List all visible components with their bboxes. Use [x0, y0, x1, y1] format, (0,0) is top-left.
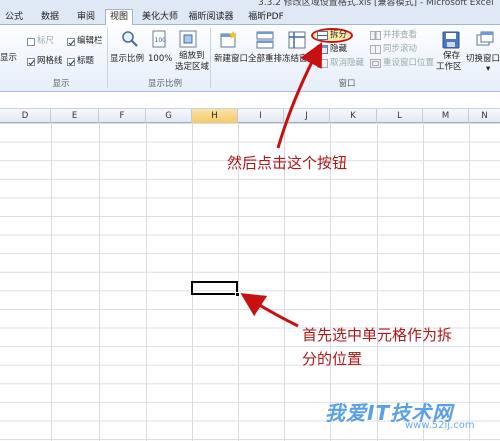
zoom-selection-line1[interactable]: 缩放到: [179, 51, 205, 62]
gridlines-label: 网格线: [37, 56, 63, 66]
show-button-label[interactable]: 显示: [0, 53, 17, 64]
freeze-panes-icon[interactable]: [288, 31, 306, 49]
headings-checkbox[interactable]: [67, 58, 75, 66]
switch-windows-chevron-down-icon[interactable]: ▾: [486, 64, 490, 75]
zoom-to-selection-icon[interactable]: [179, 30, 197, 48]
watermark-url: www.52ij.com: [405, 420, 475, 431]
split-icon[interactable]: [317, 31, 328, 40]
tab-beautify[interactable]: 美化大师: [140, 10, 180, 25]
ribbon-tabs: 公式 数据 审阅 视图 美化大师 福昕阅读器 福昕PDF: [0, 8, 500, 26]
sync-scrolling-button[interactable]: 同步滚动: [383, 44, 417, 55]
column-header-e[interactable]: E: [51, 109, 99, 123]
zoom-100-icon[interactable]: 100: [150, 30, 168, 48]
grid-column-line: [51, 123, 52, 441]
unhide-button[interactable]: 取消隐藏: [330, 58, 364, 69]
sync-scrolling-icon[interactable]: [370, 45, 381, 54]
selected-cell[interactable]: [191, 281, 238, 295]
grid-column-line: [423, 123, 424, 441]
grid-column-line: [99, 123, 100, 441]
switch-windows-button[interactable]: 切换窗口: [466, 54, 500, 65]
group-separator: [107, 28, 108, 88]
show-group-label: 显示: [52, 79, 70, 89]
reset-window-position-button[interactable]: 重设窗口位置: [383, 58, 434, 69]
column-header-d[interactable]: D: [0, 109, 51, 123]
window-group-label: 窗口: [338, 79, 356, 89]
column-header-k[interactable]: K: [330, 109, 377, 123]
zoom-100-button[interactable]: 100%: [148, 54, 172, 65]
column-header-j[interactable]: J: [284, 109, 330, 123]
svg-text:100: 100: [155, 37, 167, 44]
arrange-all-button[interactable]: 全部重排: [248, 54, 282, 65]
tab-foxit-pdf[interactable]: 福昕PDF: [246, 10, 286, 25]
formula-bar-area: [0, 92, 500, 109]
zoom-selection-line2[interactable]: 选定区域: [175, 62, 209, 73]
freeze-panes-button[interactable]: 冻结窗格: [282, 54, 316, 65]
reset-position-icon[interactable]: [370, 59, 381, 68]
tab-data[interactable]: 数据: [35, 10, 65, 25]
title-bar: 3.3.2 修改区域设置格式.xls [兼容模式] - Microsoft Ex…: [0, 0, 500, 8]
magnifier-icon[interactable]: [121, 30, 139, 48]
new-window-button[interactable]: 新建窗口: [214, 54, 248, 65]
hide-icon[interactable]: [317, 45, 328, 54]
save-workspace-icon[interactable]: [442, 31, 460, 49]
grid-column-line: [146, 123, 147, 441]
new-window-icon[interactable]: [220, 31, 238, 49]
fill-handle[interactable]: [235, 292, 240, 297]
split-button[interactable]: 拆分: [330, 30, 347, 41]
window-title: 3.3.2 修改区域设置格式.xls [兼容模式] - Microsoft Ex…: [258, 0, 494, 8]
save-workspace-line2[interactable]: 工作区: [436, 62, 462, 73]
grid-column-line: [469, 123, 470, 441]
switch-windows-icon[interactable]: [476, 31, 494, 49]
formula-bar-label: 编辑栏: [77, 36, 103, 46]
excel-window: 3.3.2 修改区域设置格式.xls [兼容模式] - Microsoft Ex…: [0, 0, 500, 441]
hide-button[interactable]: 隐藏: [330, 44, 347, 55]
tab-foxit-reader[interactable]: 福昕阅读器: [188, 10, 234, 25]
zoom-button[interactable]: 显示比例: [110, 54, 144, 65]
annotation-cell-hint: 首先选中单元格作为拆 分的位置: [302, 323, 452, 371]
column-header-g[interactable]: G: [146, 109, 192, 123]
grid-column-line: [377, 123, 378, 441]
column-header-i[interactable]: I: [238, 109, 284, 123]
view-side-by-side-button[interactable]: 并排查看: [383, 30, 417, 41]
column-header-n[interactable]: N: [469, 109, 500, 123]
headings-label: 标题: [77, 56, 95, 66]
arrange-all-icon[interactable]: [256, 31, 274, 49]
column-header-h[interactable]: H: [192, 109, 238, 123]
ruler-label: 标尺: [37, 36, 55, 46]
annotation-cell-hint-line2: 分的位置: [302, 350, 363, 368]
gridlines-checkbox[interactable]: [27, 58, 35, 66]
group-separator: [210, 28, 211, 88]
zoom-group-label: 显示比例: [147, 79, 182, 89]
ruler-checkbox[interactable]: [27, 38, 35, 46]
tab-formulas[interactable]: 公式: [0, 10, 28, 25]
tab-review[interactable]: 审阅: [71, 10, 101, 25]
column-header-l[interactable]: L: [377, 109, 423, 123]
column-headers: D E F G H I J K L M N: [0, 109, 500, 123]
side-by-side-icon[interactable]: [370, 31, 381, 40]
column-header-m[interactable]: M: [423, 109, 469, 123]
column-header-f[interactable]: F: [99, 109, 146, 123]
annotation-cell-hint-line1: 首先选中单元格作为拆: [302, 326, 453, 344]
unhide-icon[interactable]: [317, 59, 328, 68]
annotation-button-hint: 然后点击这个按钮: [227, 154, 348, 172]
formula-bar-checkbox[interactable]: [67, 38, 75, 46]
save-workspace-line1[interactable]: 保存: [443, 51, 460, 62]
tab-view[interactable]: 视图: [105, 9, 133, 26]
